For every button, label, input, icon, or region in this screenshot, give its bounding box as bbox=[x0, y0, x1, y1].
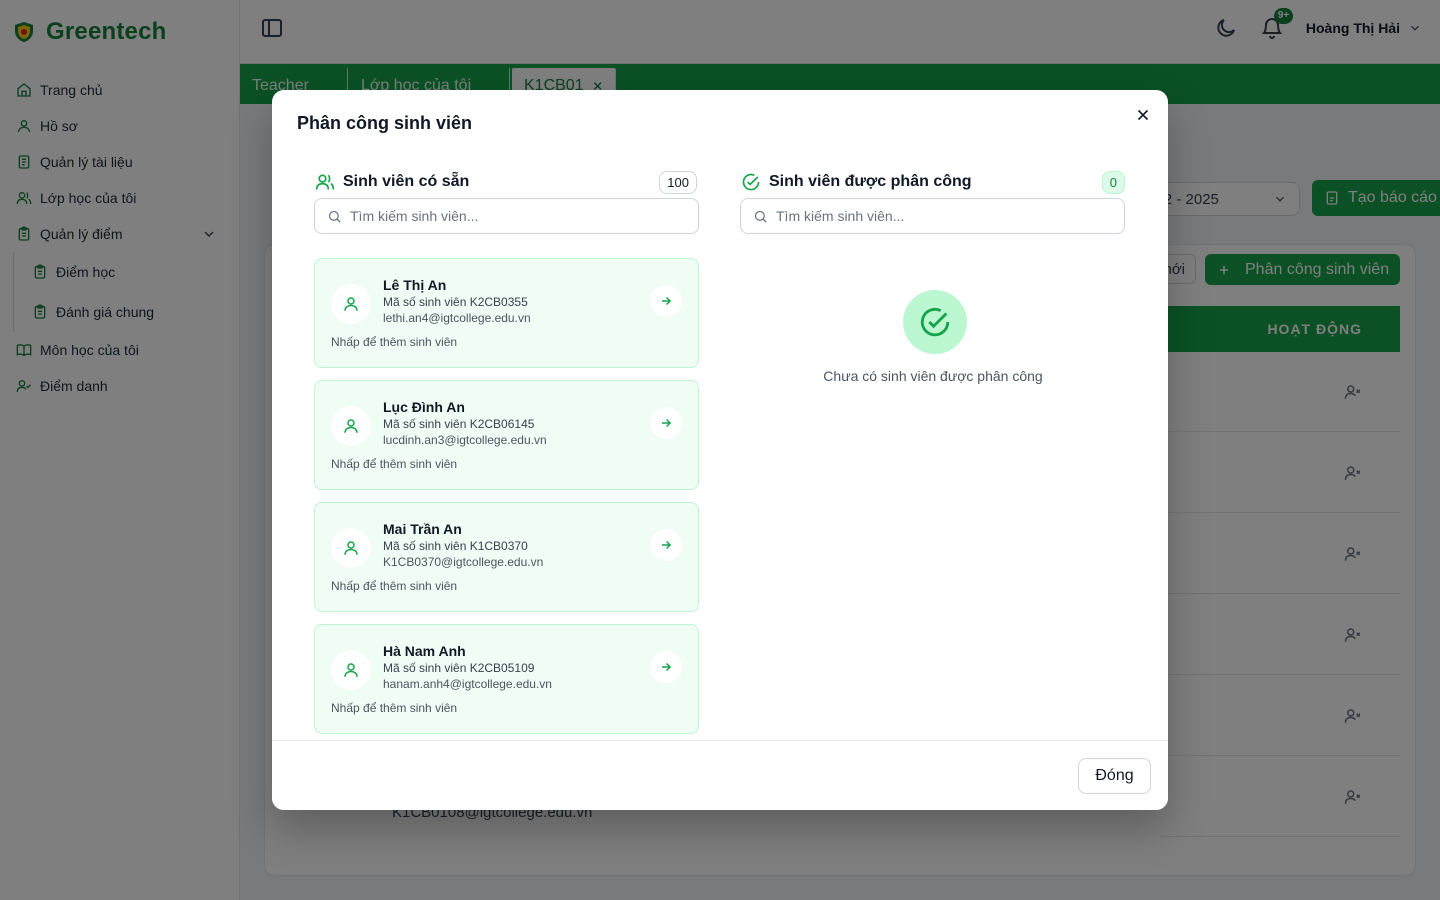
student-hint: Nhấp để thêm sinh viên bbox=[331, 335, 458, 349]
add-student-button[interactable] bbox=[650, 285, 682, 317]
student-name: Mai Trần An bbox=[383, 521, 462, 537]
users-icon bbox=[315, 174, 335, 190]
avatar bbox=[331, 650, 371, 690]
student-email: hanam.anh4@igtcollege.edu.vn bbox=[383, 677, 552, 691]
student-email: lucdinh.an3@igtcollege.edu.vn bbox=[383, 433, 547, 447]
search-placeholder: Tìm kiếm sinh viên... bbox=[776, 208, 905, 224]
assigned-students-list: Sinh viên được phân công 0 Tìm kiếm sinh… bbox=[723, 162, 1143, 740]
student-name: Lục Đình An bbox=[383, 399, 465, 415]
student-hint: Nhấp để thêm sinh viên bbox=[331, 579, 458, 593]
student-email: K1CB0370@igtcollege.edu.vn bbox=[383, 555, 544, 569]
user-icon bbox=[344, 663, 358, 677]
available-count-badge: 100 bbox=[659, 170, 697, 194]
available-students-list: Sinh viên có sẵn 100 Tìm kiếm sinh viên.… bbox=[297, 162, 715, 740]
arrow-right-icon bbox=[661, 296, 672, 306]
student-name: Lê Thị An bbox=[383, 277, 447, 293]
assign-students-dialog: Phân công sinh viên Sinh viên có sẵn 100… bbox=[272, 90, 1168, 810]
dialog-title: Phân công sinh viên bbox=[297, 113, 473, 133]
arrow-right-icon bbox=[661, 418, 672, 428]
add-student-button[interactable] bbox=[650, 651, 682, 683]
avatar bbox=[331, 406, 371, 446]
check-circle-icon bbox=[742, 173, 760, 191]
dialog-footer: Đóng bbox=[272, 740, 1168, 810]
assigned-search-input[interactable]: Tìm kiếm sinh viên... bbox=[740, 198, 1125, 234]
arrow-right-icon bbox=[661, 540, 672, 550]
add-student-button[interactable] bbox=[650, 529, 682, 561]
assigned-students-header: Sinh viên được phân công 0 bbox=[741, 170, 1125, 194]
student-hint: Nhấp để thêm sinh viên bbox=[331, 701, 458, 715]
search-icon bbox=[328, 210, 341, 223]
avatar bbox=[331, 528, 371, 568]
search-icon bbox=[754, 210, 767, 223]
student-name: Hà Nam Anh bbox=[383, 643, 466, 659]
check-circle-icon bbox=[920, 307, 950, 337]
empty-state-icon-wrap bbox=[903, 290, 967, 354]
avatar bbox=[331, 284, 371, 324]
available-students-header: Sinh viên có sẵn 100 bbox=[315, 170, 697, 194]
close-button[interactable]: Đóng bbox=[1078, 758, 1151, 794]
empty-state-text: Chưa có sinh viên được phân công bbox=[823, 368, 1043, 384]
available-students-panel: Sinh viên có sẵn 100 Tìm kiếm sinh viên.… bbox=[297, 162, 715, 740]
assigned-count-badge: 0 bbox=[1101, 170, 1125, 194]
student-email: lethi.an4@igtcollege.edu.vn bbox=[383, 311, 531, 325]
arrow-right-icon bbox=[661, 662, 672, 672]
assigned-students-panel: Sinh viên được phân công 0 Tìm kiếm sinh… bbox=[723, 162, 1143, 740]
student-card[interactable]: Mai Trần An Mã số sinh viên K1CB0370 K1C… bbox=[314, 502, 699, 612]
student-id: Mã số sinh viên K2CB06145 bbox=[383, 417, 535, 431]
student-id: Mã số sinh viên K2CB0355 bbox=[383, 295, 528, 309]
available-students-title: Sinh viên có sẵn bbox=[343, 173, 470, 190]
user-icon bbox=[344, 297, 358, 311]
student-card[interactable]: Lục Đình An Mã số sinh viên K2CB06145 lu… bbox=[314, 380, 699, 490]
available-search-input[interactable]: Tìm kiếm sinh viên... bbox=[314, 198, 699, 234]
student-card[interactable]: Hà Nam Anh Mã số sinh viên K2CB05109 han… bbox=[314, 624, 699, 734]
close-icon[interactable] bbox=[1134, 106, 1152, 124]
user-icon bbox=[344, 419, 358, 433]
student-card[interactable]: Lê Thị An Mã số sinh viên K2CB0355 lethi… bbox=[314, 258, 699, 368]
student-id: Mã số sinh viên K2CB05109 bbox=[383, 661, 535, 675]
search-placeholder: Tìm kiếm sinh viên... bbox=[350, 208, 479, 224]
student-id: Mã số sinh viên K1CB0370 bbox=[383, 539, 528, 553]
add-student-button[interactable] bbox=[650, 407, 682, 439]
student-hint: Nhấp để thêm sinh viên bbox=[331, 457, 458, 471]
assigned-students-title: Sinh viên được phân công bbox=[769, 173, 972, 190]
user-icon bbox=[344, 541, 358, 555]
